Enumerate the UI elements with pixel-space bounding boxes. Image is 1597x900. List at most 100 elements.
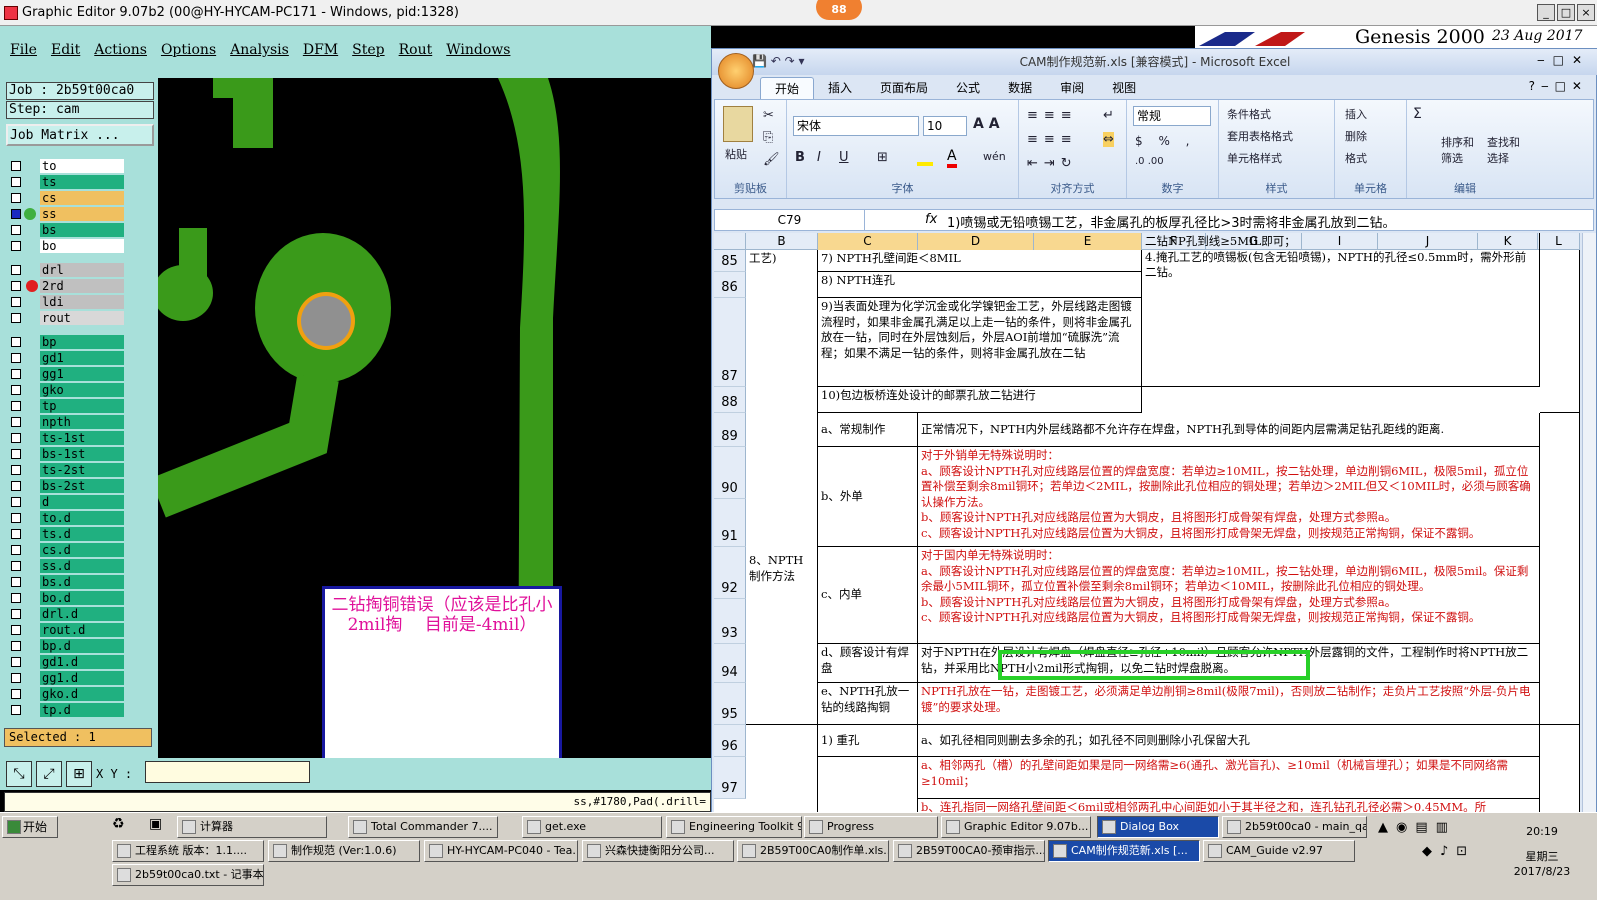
- layer-row[interactable]: ts-2st: [8, 462, 126, 478]
- layer-row[interactable]: to.d: [8, 510, 126, 526]
- layer-name[interactable]: rout.d: [40, 623, 124, 637]
- layer-checkbox[interactable]: [11, 177, 21, 187]
- row-header[interactable]: 95: [714, 683, 746, 725]
- excel-window-controls[interactable]: ‒□✕: [1537, 53, 1590, 67]
- merge-center-icon[interactable]: ⇔: [1103, 132, 1114, 147]
- cell-c92[interactable]: c、内单: [818, 547, 918, 644]
- layer-checkbox[interactable]: [11, 609, 21, 619]
- insert-cells-button[interactable]: 插入: [1345, 106, 1367, 122]
- layer-checkbox[interactable]: [11, 265, 21, 275]
- layer-checkbox[interactable]: [11, 209, 21, 219]
- layer-checkbox[interactable]: [11, 545, 21, 555]
- layer-name[interactable]: cs.d: [40, 543, 124, 557]
- layer-name[interactable]: bs: [40, 223, 124, 237]
- cell-c87[interactable]: 9)当表面处理为化学沉金或化学镍钯金工艺，外层线路走图镀流程时，如果非金属孔满足…: [818, 298, 1142, 387]
- row-header[interactable]: 87: [714, 298, 746, 387]
- copy-icon[interactable]: ⎘: [763, 130, 773, 145]
- row-header[interactable]: 89: [714, 413, 746, 447]
- measure-icon[interactable]: ⤢: [36, 761, 62, 787]
- layer-row[interactable]: rout.d: [8, 622, 126, 638]
- layer-name[interactable]: npth: [40, 415, 124, 429]
- cell-d95[interactable]: NPTH孔放在一钻，走图镀工艺，必须满足单边削铜≥8mil(极限7mil)，否则…: [918, 683, 1540, 725]
- taskbar-button[interactable]: Dialog Box: [1097, 816, 1219, 838]
- layer-checkbox[interactable]: [11, 385, 21, 395]
- layer-row[interactable]: ts.d: [8, 526, 126, 542]
- cell-c90[interactable]: b、外单: [818, 447, 918, 547]
- layer-row[interactable]: ts: [8, 174, 126, 190]
- cell-c86[interactable]: 8) NPTH连孔: [818, 272, 1142, 298]
- drill-hole[interactable]: [301, 296, 351, 346]
- cell-l3[interactable]: [1540, 725, 1580, 819]
- tab-page-layout[interactable]: 页面布局: [866, 77, 942, 99]
- layer-name[interactable]: ts-2st: [40, 463, 124, 477]
- row-header[interactable]: 90: [714, 447, 746, 499]
- layer-name[interactable]: ts-1st: [40, 431, 124, 445]
- layer-row[interactable]: ts-1st: [8, 430, 126, 446]
- taskbar-button[interactable]: Progress: [804, 816, 938, 838]
- layer-row[interactable]: gd1.d: [8, 654, 126, 670]
- row-header[interactable]: 94: [714, 644, 746, 683]
- tab-formulas[interactable]: 公式: [942, 77, 994, 99]
- layer-checkbox[interactable]: [11, 513, 21, 523]
- layer-name[interactable]: tp.d: [40, 703, 124, 717]
- col-header[interactable]: E: [1034, 233, 1142, 250]
- layer-row[interactable]: bs.d: [8, 574, 126, 590]
- clock[interactable]: 20:19 星期三 2017/8/23: [1512, 824, 1572, 879]
- job-matrix-button[interactable]: Job Matrix ...: [6, 124, 154, 146]
- currency-percent-icons[interactable]: $ % ,: [1135, 134, 1195, 148]
- layer-name[interactable]: bp: [40, 335, 124, 349]
- cell-l2[interactable]: [1540, 413, 1580, 725]
- layer-name[interactable]: gko: [40, 383, 124, 397]
- taskbar-button[interactable]: Total Commander 7....: [348, 816, 498, 838]
- cell-d92[interactable]: 对于国内单无特殊说明时： a、顾客设计NPTH孔对应线路层位置的焊盘宽度：若单边…: [918, 547, 1540, 644]
- layer-row[interactable]: drl.d: [8, 606, 126, 622]
- row-header[interactable]: 93: [714, 599, 746, 644]
- quicklaunch-icons[interactable]: ♻ ▣: [112, 816, 172, 832]
- font-color-icon[interactable]: A: [947, 148, 957, 168]
- layer-checkbox[interactable]: [11, 337, 21, 347]
- taskbar-button[interactable]: 兴森快捷衡阳分公司...: [582, 840, 734, 862]
- menu-rout[interactable]: Rout: [399, 42, 433, 58]
- zoom-icon[interactable]: ⤡: [6, 761, 32, 787]
- tab-data[interactable]: 数据: [994, 77, 1046, 99]
- tray-icons-2[interactable]: ◆♪⊡: [1422, 844, 1475, 859]
- cell-f-note[interactable]: 二钻NP孔到线≥5MIL即可； 4.掩孔工艺的喷锡板(包含无铅喷锡)，NPTH的…: [1142, 233, 1540, 387]
- layer-name[interactable]: tp: [40, 399, 124, 413]
- taskbar-button[interactable]: 制作规范 (Ver:1.0.6): [268, 840, 420, 862]
- layer-name[interactable]: to: [40, 159, 124, 173]
- row-header[interactable]: 86: [714, 272, 746, 298]
- formula-input[interactable]: 1)喷锡或无铅喷锡工艺，非金属孔的板厚孔径比>3时需将非金属孔放到二钻。: [947, 212, 1396, 231]
- cell-c95[interactable]: e、NPTH孔放一钻的线路掏铜: [818, 683, 918, 725]
- notification-badge[interactable]: 88: [816, 0, 862, 20]
- layer-row[interactable]: gko.d: [8, 686, 126, 702]
- row-header[interactable]: 97: [714, 757, 746, 799]
- table-format-button[interactable]: 套用表格格式: [1227, 128, 1293, 144]
- layer-checkbox[interactable]: [11, 497, 21, 507]
- layer-row[interactable]: bs: [8, 222, 126, 238]
- tab-insert[interactable]: 插入: [814, 77, 866, 99]
- tab-view[interactable]: 视图: [1098, 77, 1150, 99]
- layer-name[interactable]: bp.d: [40, 639, 124, 653]
- minimize-button[interactable]: _: [1537, 4, 1555, 21]
- layer-name[interactable]: drl.d: [40, 607, 124, 621]
- tab-review[interactable]: 审阅: [1046, 77, 1098, 99]
- fx-icon[interactable]: fx: [925, 212, 937, 227]
- taskbar-button[interactable]: 2b59t00ca0.txt - 记事本: [112, 864, 264, 886]
- wrap-text-icon[interactable]: ↵: [1103, 108, 1114, 123]
- layer-checkbox[interactable]: [11, 401, 21, 411]
- layer-checkbox[interactable]: [11, 281, 21, 291]
- taskbar-button[interactable]: HY-HYCAM-PC040 - Tea...: [424, 840, 578, 862]
- layer-checkbox[interactable]: [11, 561, 21, 571]
- layer-checkbox[interactable]: [11, 657, 21, 667]
- layer-name[interactable]: 2rd: [40, 279, 124, 293]
- office-button[interactable]: [718, 53, 754, 89]
- layer-name[interactable]: gd1.d: [40, 655, 124, 669]
- layer-name[interactable]: bs-1st: [40, 447, 124, 461]
- row-header[interactable]: 91: [714, 499, 746, 547]
- taskbar-button[interactable]: CAM_Guide v2.97: [1203, 840, 1355, 862]
- layer-row[interactable]: gg1.d: [8, 670, 126, 686]
- layer-row[interactable]: bo.d: [8, 590, 126, 606]
- layer-checkbox[interactable]: [11, 529, 21, 539]
- name-box[interactable]: C79: [715, 210, 865, 230]
- layer-row[interactable]: tp: [8, 398, 126, 414]
